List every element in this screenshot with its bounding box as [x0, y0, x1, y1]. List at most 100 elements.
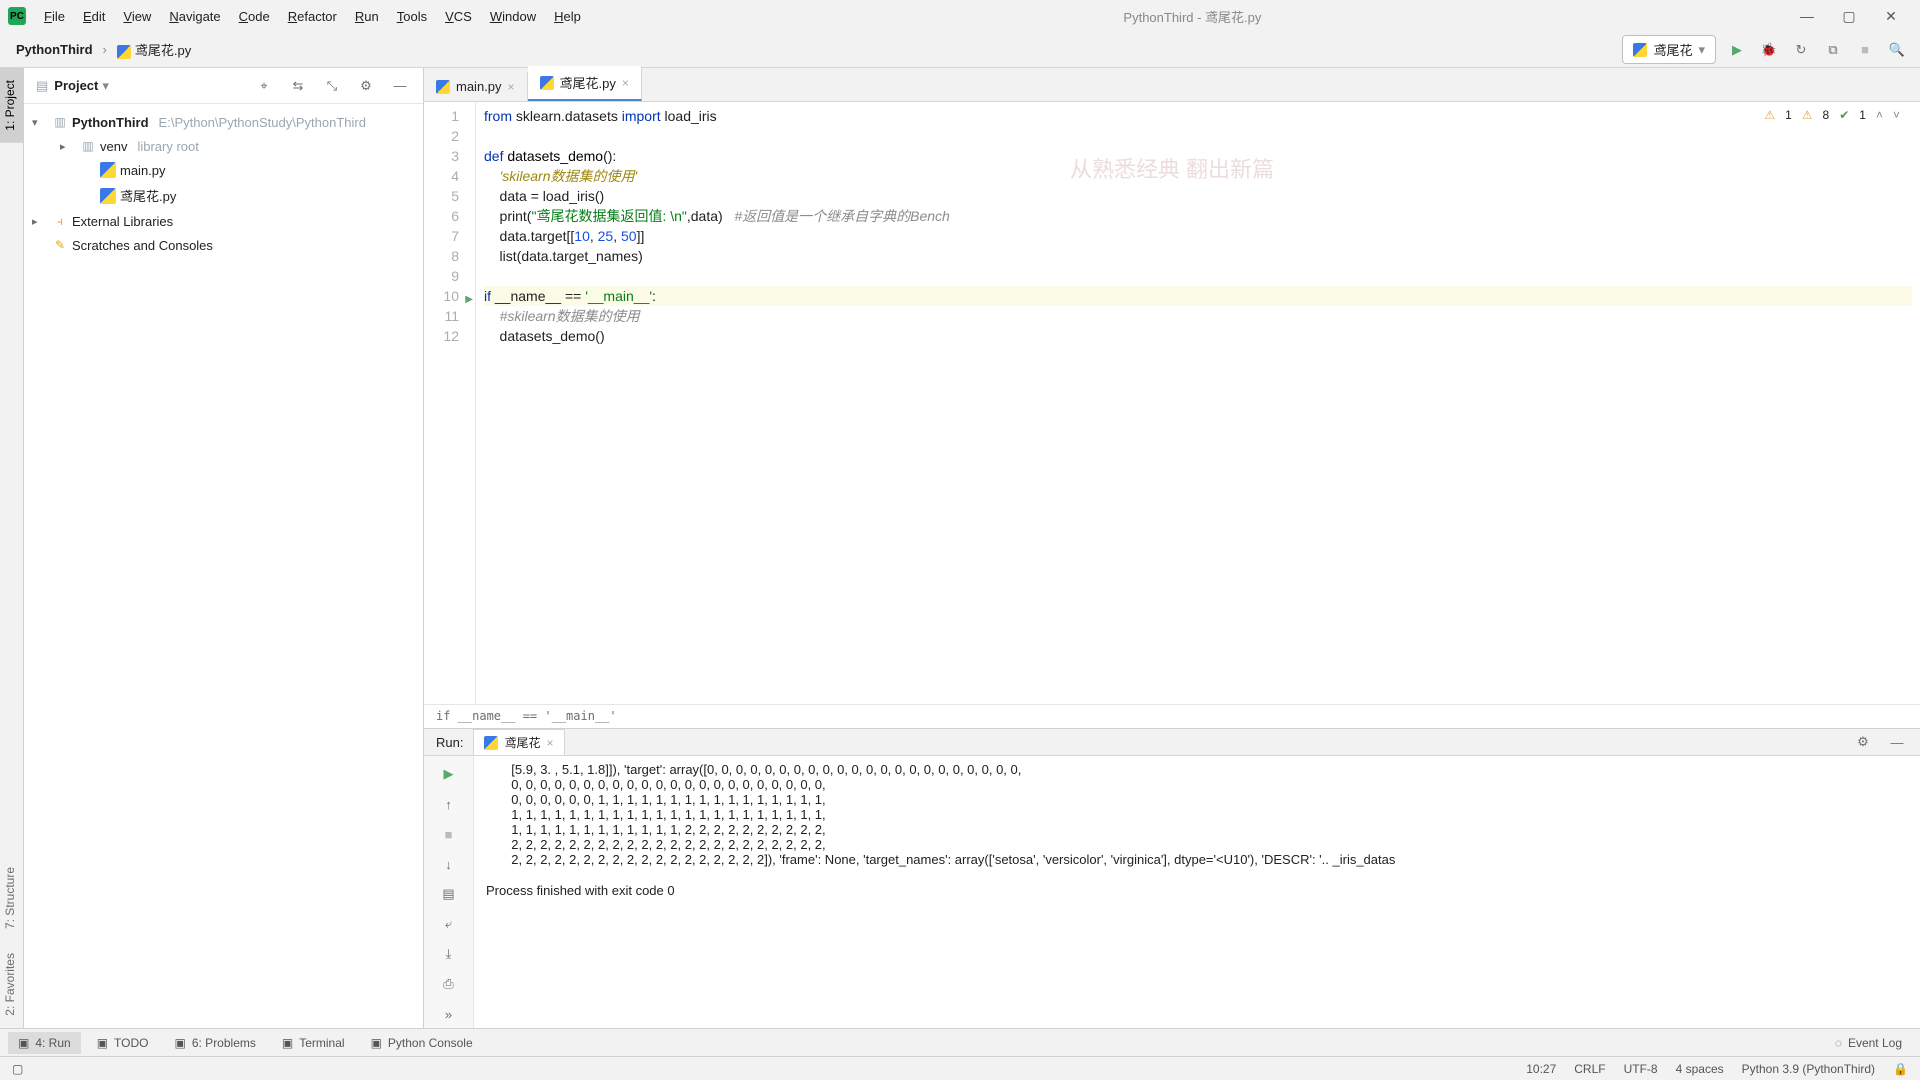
- left-tool-rail: 1: Project 7: Structure 2: Favorites: [0, 68, 24, 1028]
- editor-gutter[interactable]: 12345678910▶1112: [424, 102, 476, 704]
- menu-tools[interactable]: Tools: [389, 5, 435, 28]
- run-toolbar: ▶ ↑ ■ ↓ ▤ ⤶ ⤓ ⎙ »: [424, 756, 474, 1032]
- breadcrumb-project[interactable]: PythonThird: [12, 40, 97, 59]
- rerun-button[interactable]: ▶: [439, 764, 459, 784]
- window-title: PythonThird - 鸢尾花.py: [589, 7, 1796, 26]
- collapse-all-icon[interactable]: ⤡: [321, 75, 343, 97]
- chevron-down-icon[interactable]: ˅: [1893, 108, 1900, 122]
- profile-button[interactable]: ⧉: [1822, 39, 1844, 61]
- console-output[interactable]: [5.9, 3. , 5.1, 1.8]]), 'target': array(…: [474, 756, 1920, 1032]
- menu-edit[interactable]: Edit: [75, 5, 113, 28]
- bottom-tool-tabs: ▣4: Run ▣TODO ▣6: Problems ▣Terminal ▣Python…: [0, 1028, 1920, 1056]
- run-button[interactable]: ▶: [1726, 39, 1748, 61]
- menu-refactor[interactable]: Refactor: [280, 5, 345, 28]
- bottom-tab[interactable]: ▣6: Problems: [165, 1032, 266, 1054]
- bottom-tab[interactable]: ▣Python Console: [361, 1032, 483, 1054]
- main-menu: FileEditViewNavigateCodeRefactorRunTools…: [36, 5, 589, 28]
- chevron-up-icon[interactable]: ˄: [1876, 108, 1883, 122]
- status-bar: ▢ 10:27 CRLF UTF-8 4 spaces Python 3.9 (…: [0, 1056, 1920, 1080]
- chevron-down-icon[interactable]: ▾: [102, 78, 109, 94]
- menu-view[interactable]: View: [115, 5, 159, 28]
- up-stack-icon[interactable]: ↑: [439, 794, 459, 814]
- close-icon[interactable]: ✕: [1880, 5, 1902, 27]
- minimize-icon[interactable]: —: [1796, 5, 1818, 27]
- menu-navigate[interactable]: Navigate: [161, 5, 228, 28]
- run-tab[interactable]: 鸢尾花 ×: [473, 729, 564, 755]
- inspection-widget[interactable]: ⚠1 ⚠8 ✔1 ˄ ˅: [1764, 108, 1900, 122]
- status-indent[interactable]: 4 spaces: [1676, 1062, 1724, 1076]
- gear-icon[interactable]: ⚙: [355, 75, 377, 97]
- hide-panel-icon[interactable]: —: [1886, 731, 1908, 753]
- debug-button[interactable]: 🐞: [1758, 39, 1780, 61]
- title-bar: PC FileEditViewNavigateCodeRefactorRunTo…: [0, 0, 1920, 32]
- maximize-icon[interactable]: ▢: [1838, 5, 1860, 27]
- print-icon[interactable]: ⎙: [439, 974, 459, 994]
- tree-venv[interactable]: ▸▥ venv library root: [24, 134, 423, 158]
- run-body: ▶ ↑ ■ ↓ ▤ ⤶ ⤓ ⎙ » [5.9, 3. , 5.1, 1.8]])…: [424, 756, 1920, 1032]
- code-content[interactable]: from sklearn.datasets import load_iris d…: [476, 102, 1920, 704]
- status-caret-pos[interactable]: 10:27: [1526, 1062, 1556, 1076]
- menu-run[interactable]: Run: [347, 5, 387, 28]
- project-tool-window: ▤ Project ▾ ⌖ ⇆ ⤡ ⚙ — ▾▥ PythonThird E:\…: [24, 68, 424, 1028]
- hide-panel-icon[interactable]: —: [389, 75, 411, 97]
- ok-icon: ✔: [1839, 108, 1849, 122]
- menu-vcs[interactable]: VCS: [437, 5, 480, 28]
- stop-button[interactable]: ■: [1854, 39, 1876, 61]
- lock-icon[interactable]: 🔒: [1893, 1062, 1908, 1076]
- tree-project-root[interactable]: ▾▥ PythonThird E:\Python\PythonStudy\Pyt…: [24, 110, 423, 134]
- project-panel-title[interactable]: Project: [54, 78, 98, 93]
- toolbar-right: 鸢尾花 ▾ ▶ 🐞 ↻ ⧉ ■ 🔍: [1622, 35, 1908, 64]
- editor-tab[interactable]: main.py×: [424, 72, 528, 101]
- breadcrumb: PythonThird › 鸢尾花.py: [12, 38, 195, 61]
- weak-warning-icon: ⚠: [1802, 108, 1813, 122]
- event-log-button[interactable]: ◌Event Log: [1825, 1032, 1912, 1054]
- gear-icon[interactable]: ⚙: [1852, 731, 1874, 753]
- rail-tab-favorites[interactable]: 2: Favorites: [0, 941, 23, 1028]
- menu-file[interactable]: File: [36, 5, 73, 28]
- project-tree: ▾▥ PythonThird E:\Python\PythonStudy\Pyt…: [24, 104, 423, 263]
- breadcrumb-file[interactable]: 鸢尾花.py: [113, 38, 195, 61]
- window-controls: — ▢ ✕: [1796, 5, 1912, 27]
- rail-tab-project[interactable]: 1: Project: [0, 68, 23, 143]
- status-tooltip-icon[interactable]: ▢: [12, 1062, 23, 1076]
- close-icon[interactable]: ×: [622, 76, 629, 90]
- menu-code[interactable]: Code: [231, 5, 278, 28]
- run-tool-window: Run: 鸢尾花 × ⚙ — ▶ ↑ ■ ↓ ▤ ⤶ ⤓: [424, 728, 1920, 1028]
- bottom-tab[interactable]: ▣Terminal: [272, 1032, 355, 1054]
- search-everywhere-button[interactable]: 🔍: [1886, 39, 1908, 61]
- layout-icon[interactable]: ▤: [439, 884, 459, 904]
- run-header: Run: 鸢尾花 × ⚙ —: [424, 729, 1920, 756]
- editor-tabs: main.py×鸢尾花.py×: [424, 68, 1920, 102]
- project-panel-header: ▤ Project ▾ ⌖ ⇆ ⤡ ⚙ —: [24, 68, 423, 104]
- status-line-sep[interactable]: CRLF: [1574, 1062, 1605, 1076]
- tree-file-main[interactable]: main.py: [24, 158, 423, 182]
- more-icon[interactable]: »: [439, 1004, 459, 1024]
- bottom-tab[interactable]: ▣TODO: [87, 1032, 159, 1054]
- stop-icon[interactable]: ■: [439, 824, 459, 844]
- tree-scratches[interactable]: ✎ Scratches and Consoles: [24, 233, 423, 257]
- close-icon[interactable]: ×: [546, 736, 553, 750]
- run-label: Run:: [436, 735, 463, 750]
- menu-help[interactable]: Help: [546, 5, 589, 28]
- status-interpreter[interactable]: Python 3.9 (PythonThird): [1742, 1062, 1875, 1076]
- locate-icon[interactable]: ⌖: [253, 75, 275, 97]
- editor-breadcrumb[interactable]: if __name__ == '__main__': [424, 704, 1920, 728]
- tree-file-iris[interactable]: 鸢尾花.py: [24, 182, 423, 209]
- bottom-tab[interactable]: ▣4: Run: [8, 1032, 81, 1054]
- chevron-right-icon: ›: [103, 42, 107, 57]
- close-icon[interactable]: ×: [508, 80, 515, 94]
- menu-window[interactable]: Window: [482, 5, 544, 28]
- run-config-selector[interactable]: 鸢尾花 ▾: [1622, 35, 1716, 64]
- editor-tab[interactable]: 鸢尾花.py×: [528, 66, 642, 101]
- app-logo-icon: PC: [8, 7, 26, 25]
- navigation-bar: PythonThird › 鸢尾花.py 鸢尾花 ▾ ▶ 🐞 ↻ ⧉ ■ 🔍: [0, 32, 1920, 68]
- down-stack-icon[interactable]: ↓: [439, 854, 459, 874]
- soft-wrap-icon[interactable]: ⤶: [439, 914, 459, 934]
- code-editor[interactable]: 从熟悉经典 翻出新篇 ⚠1 ⚠8 ✔1 ˄ ˅ 12345678910▶1112…: [424, 102, 1920, 704]
- coverage-button[interactable]: ↻: [1790, 39, 1812, 61]
- scroll-end-icon[interactable]: ⤓: [439, 944, 459, 964]
- rail-tab-structure[interactable]: 7: Structure: [0, 855, 23, 941]
- expand-all-icon[interactable]: ⇆: [287, 75, 309, 97]
- tree-external-libraries[interactable]: ▸⫞ External Libraries: [24, 209, 423, 233]
- status-encoding[interactable]: UTF-8: [1624, 1062, 1658, 1076]
